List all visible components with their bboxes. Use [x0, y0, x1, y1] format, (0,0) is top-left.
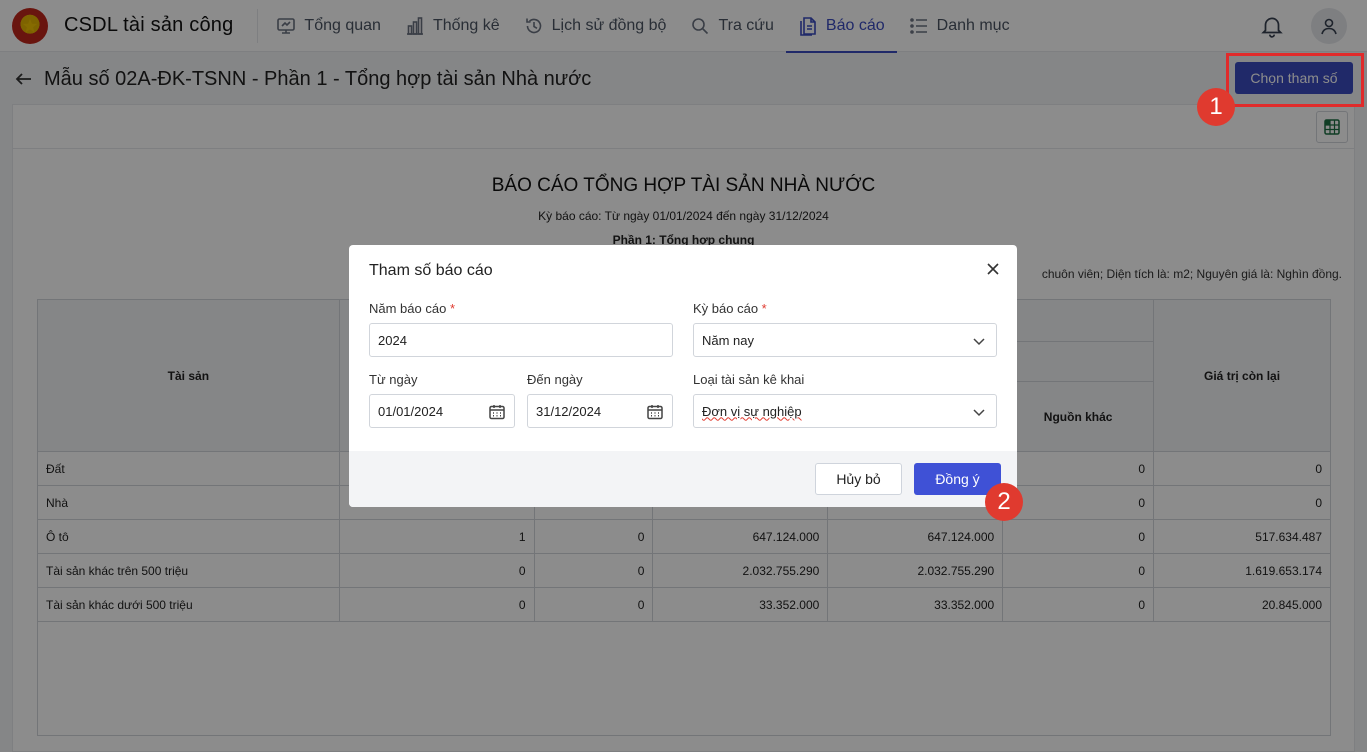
period-label: Kỳ báo cáo *: [693, 301, 767, 316]
annotation-step-1: 1: [1197, 88, 1235, 126]
to-date-value: 31/12/2024: [536, 403, 602, 419]
asset-type-select[interactable]: Đơn vị sự nghiệp: [693, 394, 997, 428]
from-date-label: Từ ngày: [369, 372, 418, 387]
dialog-footer: Hủy bỏ Đồng ý: [349, 451, 1017, 507]
annotation-step-2: 2: [985, 483, 1023, 521]
year-label-text: Năm báo cáo: [369, 301, 447, 316]
dialog-title: Tham số báo cáo: [369, 262, 493, 279]
required-mark: *: [449, 301, 456, 316]
from-date-value: 01/01/2024: [378, 403, 444, 419]
close-icon[interactable]: [985, 261, 1001, 277]
chevron-down-icon: [970, 403, 988, 421]
chevron-down-icon: [970, 332, 988, 350]
annotation-highlight-box: [1226, 53, 1364, 107]
period-select[interactable]: Năm nay: [693, 323, 997, 357]
year-label: Năm báo cáo *: [369, 301, 455, 316]
calendar-icon[interactable]: [646, 403, 664, 421]
year-input-value: 2024: [378, 332, 407, 348]
cancel-button[interactable]: Hủy bỏ: [815, 463, 902, 495]
asset-type-label: Loại tài sản kê khai: [693, 372, 805, 387]
required-mark: *: [761, 301, 767, 316]
year-input[interactable]: 2024: [369, 323, 673, 357]
to-date-input[interactable]: 31/12/2024: [527, 394, 673, 428]
report-params-dialog: Tham số báo cáo Năm báo cáo * 2024 Kỳ bá…: [349, 245, 1017, 507]
period-select-value: Năm nay: [702, 332, 755, 348]
calendar-icon[interactable]: [488, 403, 506, 421]
period-label-text: Kỳ báo cáo: [693, 301, 759, 316]
to-date-label: Đến ngày: [527, 372, 583, 387]
asset-type-value: Đơn vị sự nghiệp: [702, 403, 802, 419]
from-date-input[interactable]: 01/01/2024: [369, 394, 515, 428]
